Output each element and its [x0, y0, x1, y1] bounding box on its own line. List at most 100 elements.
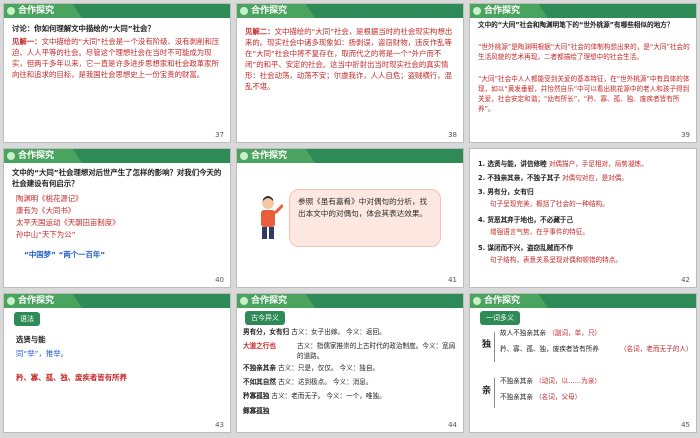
phrase-gloss: 同“举”，推举。 [16, 348, 68, 359]
phrase-line-2: 矜、寡、孤、独、废疾者皆有所养 [16, 372, 127, 383]
sentence-text: 1. 选贤与能，讲信修睦 [478, 160, 547, 168]
table-row: 大道之行也 [243, 341, 276, 351]
sentence-text: 3. 男有分，女有归 [478, 188, 534, 196]
slide-header-label: 合作探究 [251, 151, 288, 161]
slide-39[interactable]: 合作探究 文中的“大同”社会和陶渊明笔下的“世外桃源”有哪些相似的地方？ “世外… [469, 3, 697, 143]
slide-44[interactable]: 合作探究 古今异义 男有分，女有归 古义：女子出嫁。 今义：返回。 大道之行也 … [236, 293, 464, 433]
slide-header-label: 合作探究 [251, 6, 288, 16]
slide-38[interactable]: 合作探究 见解二：文中描绘的“大同”社会，是根据当时的社会现实构想出来的。现实社… [236, 3, 464, 143]
header-icon [473, 7, 481, 15]
slide-42[interactable]: 1. 选贤与能，讲信修睦 对偶描户，手足相对，局势凝炼。 2. 不独亲其亲，不独… [469, 148, 697, 288]
usage-note: （副词，单，只） [548, 329, 602, 337]
group-char: 亲 [482, 386, 492, 396]
slide-41[interactable]: 合作探究 参照《虽有嘉肴》中对偶句的分析，找出本文中的对偶句，体会其表达效果。 … [236, 148, 464, 288]
header-icon [7, 7, 15, 15]
paragraph-1: “世外桃源”是陶渊明根据“大同”社会的体制构想出来的，是“大同”社会的生活风貌的… [478, 43, 690, 61]
answer-text: 文中描绘的“大同”社会，是根据当时的社会现实构想出来的。现实社会中诸多现象如：扬… [245, 27, 453, 91]
group-char: 独 [482, 340, 492, 350]
header-icon [7, 152, 15, 160]
page-number: 44 [448, 421, 457, 429]
usage-line: 故人不独亲其亲 （副词，单，只） [500, 328, 601, 338]
table-row: 不独亲其亲 古义：只是，仅仅。 今义：独自。 [243, 363, 379, 373]
slide-37[interactable]: 合作探究 讨论：你如何理解文中描绘的“大同”社会？ 见解一：文中描绘的“大同”社… [3, 3, 231, 143]
list-item: 孙中山“天下为公” [16, 230, 76, 239]
slide-header-label: 合作探究 [251, 296, 288, 306]
usage-line: 不独亲其亲 （动词，以……为亲） [500, 376, 601, 386]
page-number: 43 [215, 421, 224, 429]
answer-label: 见解二： [245, 27, 275, 36]
sentence-text: 4. 货恶其弃于地也，不必藏于己 [478, 216, 574, 224]
usage-note: （名词，老而无子的人） [620, 345, 693, 353]
teacher-illustration-icon [261, 196, 283, 239]
page-number: 41 [448, 276, 457, 284]
header-icon [240, 7, 248, 15]
section-tab: 古今异义 [245, 311, 285, 325]
phrase-text: 矜、寡、孤、独、废疾者皆有所养 [16, 373, 127, 382]
usage-text: 矜、寡、孤、独，废疾者皆有所养 [500, 345, 599, 353]
sentence-note: 句子呈现完美，概括了社会的一种结构。 [490, 200, 609, 208]
footer-line: “中国梦” “两个一百年” [24, 250, 106, 259]
slide-header-label: 合作探究 [484, 6, 521, 16]
answer-block: 见解二：文中描绘的“大同”社会，是根据当时的社会现实构想出来的。现实社会中诸多现… [245, 26, 457, 92]
usage-text: 不独亲其亲 [500, 377, 533, 385]
header-icon [473, 297, 481, 305]
slide-title: 讨论：你如何理解文中描绘的“大同”社会？ [12, 24, 155, 33]
slide-43[interactable]: 合作探究 语法 选贤与能 同“举”，推举。 矜、寡、孤、独、废疾者皆有所养 43 [3, 293, 231, 433]
usage-note: （动词，以……为亲） [535, 377, 602, 385]
word: 不如其自然 [243, 378, 276, 386]
word: 矜寡孤独 [243, 392, 270, 400]
slide-title: 文中的“大同”社会和陶渊明笔下的“世外桃源”有哪些相似的地方？ [478, 21, 674, 29]
table-row: 不如其自然 古义：达到极点。 今义：消息。 [243, 377, 373, 387]
word: 不独亲其亲 [243, 364, 276, 372]
sentence-2: 2. 不独亲其亲，不独子其子 对偶句对应，是对偶。 [478, 173, 628, 183]
note: 古义：指儒家推崇的上古时代的政治制度。今义：宽阔的道路。 [297, 342, 456, 360]
page-number: 37 [215, 131, 224, 139]
bracket-line [494, 332, 495, 362]
paragraph-2: “大同”社会中人人都能受到关爱的基本特征，在“世外桃源”中有具体的体现，如以“黄… [478, 75, 690, 113]
sentence-1: 1. 选贤与能，讲信修睦 对偶描户，手足相对，局势凝炼。 [478, 159, 648, 169]
sentence-note: 对偶描户，手足相对，局势凝炼。 [548, 160, 648, 168]
table-row: 鳏寡孤独 [243, 407, 270, 415]
usage-line: 不独亲其亲 （名词，父母） [500, 392, 581, 402]
usage-text: 故人不独亲其亲 [500, 329, 547, 337]
word: 男有分，女有归 [243, 328, 290, 336]
word: 大道之行也 [243, 342, 276, 350]
sentence-text: 5. 谋闭而不兴，盗窃乱贼而不作 [478, 244, 574, 252]
usage-text: 不独亲其亲 [500, 393, 533, 401]
slide-header-label: 合作探究 [484, 296, 521, 306]
answer-block: 见解一：文中描绘的“大同”社会是一个没有阶级、没有剥削和压迫、人人平等的社会。尽… [12, 36, 224, 80]
slide-header-label: 合作探究 [18, 6, 55, 16]
slide-header-label: 合作探究 [18, 151, 55, 161]
header-icon [7, 297, 15, 305]
phrase-line: 选贤与能 [16, 335, 46, 344]
sentence-4: 4. 货恶其弃于地也，不必藏于己 [478, 215, 573, 225]
page-number: 40 [215, 276, 224, 284]
speech-bubble: 参照《虽有嘉肴》中对偶句的分析，找出本文中的对偶句，体会其表达效果。 [289, 189, 441, 247]
note: 古义：达到极点。 今义：消息。 [278, 378, 373, 386]
answer-label: 见解一： [12, 37, 42, 46]
page-number: 45 [681, 421, 690, 429]
section-tab: 一词多义 [480, 311, 520, 325]
list-item: 太平天国运动《天朝田亩制度》 [16, 218, 120, 227]
slide-40[interactable]: 合作探究 文中的“大同”社会理想对后世产生了怎样的影响？对我们今天的社会建设有何… [3, 148, 231, 288]
slide-header-label: 合作探究 [18, 296, 55, 306]
note: 古义：女子出嫁。 今义：返回。 [291, 328, 386, 336]
list-item: 康有为《大同书》 [16, 206, 76, 215]
sentence-note: 增强语言气势，在乎事件的特征。 [490, 228, 589, 236]
note: 古义：只是，仅仅。 今义：独自。 [278, 364, 380, 372]
page-number: 42 [681, 276, 690, 284]
slide-title: 文中的“大同”社会理想对后世产生了怎样的影响？对我们今天的社会建设有何启示？ [12, 168, 222, 188]
usage-note: （名词，父母） [535, 393, 582, 401]
page-number: 39 [681, 131, 690, 139]
header-icon [240, 297, 248, 305]
list-item: 陶渊明《桃花源记》 [16, 194, 83, 203]
page-number: 38 [448, 131, 457, 139]
sentence-5: 5. 谋闭而不兴，盗窃乱贼而不作 [478, 243, 573, 253]
slide-45[interactable]: 合作探究 一词多义 独 故人不独亲其亲 （副词，单，只） 矜、寡、孤、独，废疾者… [469, 293, 697, 433]
sentence-note: 句子结构，表意关系呈现对偶和顿错的特点。 [490, 256, 622, 264]
section-tab: 语法 [14, 312, 40, 326]
note: 古义：老而无子。 今义：一个，唯独。 [271, 392, 386, 400]
sentence-3: 3. 男有分，女有归 [478, 187, 534, 197]
table-row: 矜寡孤独 古义：老而无子。 今义：一个，唯独。 [243, 391, 386, 401]
header-icon [240, 152, 248, 160]
